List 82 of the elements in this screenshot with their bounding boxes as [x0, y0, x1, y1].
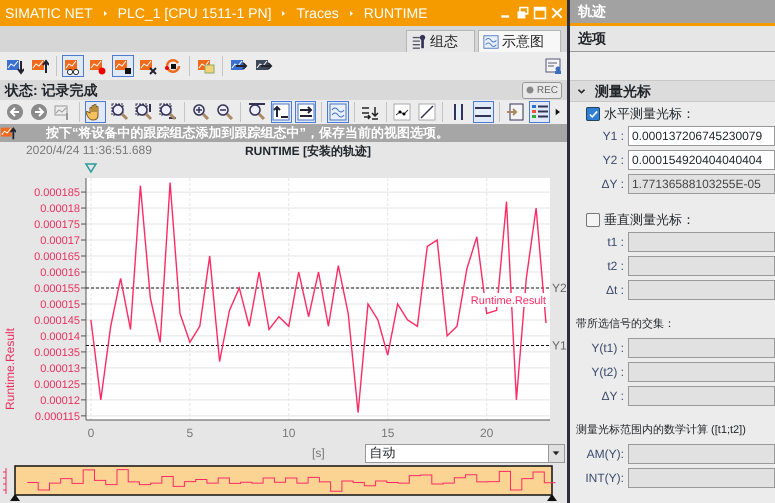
checkbox[interactable]: [586, 107, 600, 121]
zoom-box-icon[interactable]: [109, 101, 130, 123]
horizontal-cursor-icon[interactable]: [472, 101, 494, 123]
cursor-line[interactable]: [86, 345, 550, 346]
cursor-label: Y1: [552, 338, 567, 353]
input-field[interactable]: 0.000154920404040404: [628, 150, 775, 170]
y-tick-label: 0.000135: [34, 346, 80, 359]
range-start-handle[interactable]: [10, 494, 20, 501]
x-tick-label: 0: [88, 426, 94, 440]
cursor-label: Y2: [552, 280, 567, 295]
overview-panel[interactable]: [14, 465, 553, 496]
panel-title: 轨迹: [570, 0, 775, 26]
x-tick-label: 5: [186, 426, 194, 440]
field-label: Δt :: [604, 282, 625, 299]
section-header[interactable]: 测量光标: [570, 80, 775, 102]
insert-icon[interactable]: [504, 101, 526, 123]
y-tick-label: 0.00014: [40, 330, 80, 343]
zoom-vertical-icon[interactable]: [133, 101, 155, 123]
fit-vertical-icon[interactable]: [270, 101, 292, 123]
y-tick-label: 0.000115: [34, 410, 80, 423]
y-tick-label: 0.00013: [40, 362, 80, 375]
checkbox-label: 水平测量光标：: [604, 105, 695, 124]
wrench-list-icon: [411, 34, 427, 50]
zoom-reset-icon[interactable]: [246, 101, 268, 123]
wave-chart-icon: [483, 34, 499, 50]
panel-user-icon[interactable]: [545, 57, 563, 75]
view-tab[interactable]: 组态: [406, 30, 475, 52]
chart-glasses-icon[interactable]: [62, 55, 84, 77]
field-label: AM(Y):: [586, 446, 625, 463]
x-tick-label: 15: [381, 426, 394, 440]
field-label: Y(t2) :: [590, 364, 625, 381]
y-tick-label: 0.000175: [34, 219, 80, 232]
color-list-icon[interactable]: [529, 101, 550, 123]
view-tab[interactable]: 示意图: [478, 30, 561, 52]
chart-title: RUNTIME [安装的轨迹]: [245, 143, 371, 160]
y-tick-label: 0.000145: [34, 314, 80, 327]
record-indicator: REC: [522, 82, 562, 98]
chart-stop-icon[interactable]: [112, 55, 134, 77]
field-label: Y2 :: [602, 152, 625, 169]
wave-chart-icon[interactable]: [327, 101, 349, 123]
x-tick-label: 20: [480, 426, 494, 440]
fit-horizontal-icon[interactable]: [295, 101, 316, 123]
group-label: 测量光标范围内的数学计算 ([t1;t2]): [575, 422, 747, 438]
field-label: ΔY :: [600, 388, 625, 405]
forward-icon[interactable]: [28, 101, 50, 123]
y-tick-label: 0.000165: [34, 251, 80, 263]
x-tick-label: 10: [282, 426, 296, 440]
group-label: 带所选信号的交集：: [575, 316, 676, 332]
input-field[interactable]: 0.000137206745230079: [628, 126, 775, 146]
y-tick-label: 0.00012: [40, 394, 80, 407]
field-label: Y1 :: [602, 128, 625, 145]
field-label: t1 :: [606, 234, 625, 251]
y-tick-label: 0.00016: [40, 266, 80, 279]
checkbox[interactable]: [586, 213, 600, 227]
x-axis-label: [s]: [312, 445, 325, 462]
field-label: ΔY :: [600, 176, 625, 193]
status-text: 状态: 记录完成: [5, 80, 98, 100]
y-tick-label: 0.000155: [34, 282, 80, 295]
y-tick-label: 0.000125: [34, 378, 80, 391]
check-icon: [588, 108, 598, 120]
overview-scale-icon: [2, 468, 6, 494]
checkbox-label: 垂直测量光标：: [604, 211, 695, 230]
zoom-horizontal-icon[interactable]: [158, 101, 179, 123]
series-label: Runtime.Result: [470, 294, 546, 307]
y-tick-label: 0.000185: [34, 187, 80, 200]
hand-icon[interactable]: [84, 101, 106, 123]
chart-up-arrow-icon: [0, 125, 16, 141]
cursor-line[interactable]: [86, 287, 550, 288]
field-label: t2 :: [606, 258, 625, 275]
field-label: Y(t1) :: [590, 340, 625, 357]
field-label: INT(Y):: [584, 470, 625, 487]
timestamp: 2020/4/24 11:36:51.689: [26, 142, 152, 159]
range-end-handle[interactable]: [547, 494, 557, 501]
y-axis-label: Runtime.Result: [3, 328, 17, 410]
options-tab[interactable]: 选项: [570, 26, 775, 52]
time-base-dropdown[interactable]: 自动: [364, 444, 565, 462]
y-tick-label: 0.00017: [40, 235, 80, 248]
y-tick-label: 0.00015: [40, 298, 80, 311]
y-tick-label: 0.00018: [40, 203, 80, 216]
cursor-marker-icon[interactable]: [84, 163, 98, 174]
hint-text: 按下“将设备中的跟踪组态添加到跟踪组态中”，保存当前的视图选项。: [46, 124, 449, 142]
back-icon[interactable]: [4, 101, 26, 123]
